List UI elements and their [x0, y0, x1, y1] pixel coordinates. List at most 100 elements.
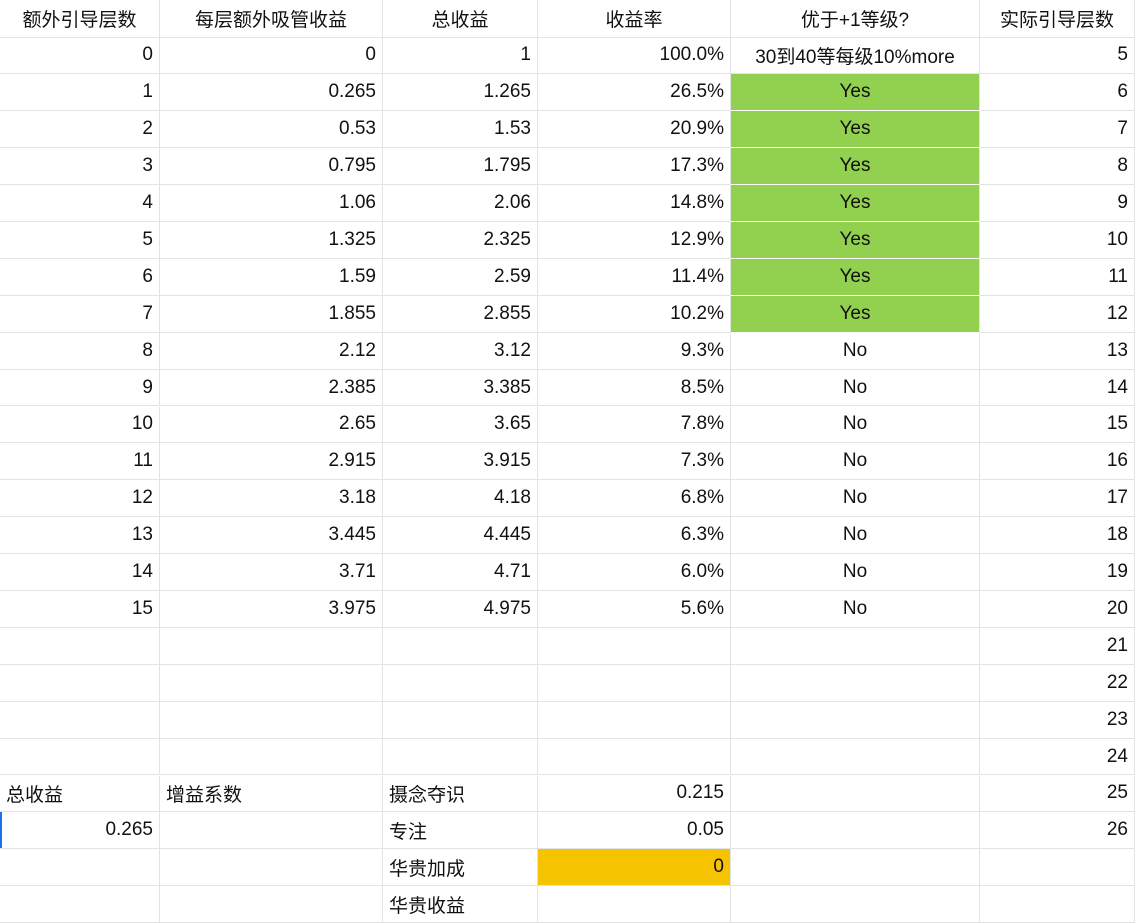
sheet-cell[interactable]: No — [731, 517, 980, 555]
sheet-cell[interactable]: No — [731, 554, 980, 591]
sheet-cell[interactable]: 0.265 — [0, 812, 160, 850]
sheet-cell[interactable]: 8 — [0, 332, 160, 370]
column-header[interactable]: 实际引导层数 — [980, 0, 1135, 38]
sheet-cell[interactable] — [731, 812, 980, 850]
sheet-cell[interactable]: 20.9% — [538, 111, 731, 149]
sheet-cell[interactable]: No — [731, 406, 980, 444]
sheet-cell[interactable] — [160, 627, 383, 665]
sheet-cell[interactable]: Yes — [731, 111, 980, 149]
sheet-cell[interactable]: 2.06 — [383, 185, 538, 222]
sheet-cell[interactable]: 9 — [0, 369, 160, 407]
sheet-cell[interactable] — [980, 886, 1135, 923]
sheet-cell[interactable]: 9 — [980, 185, 1135, 222]
sheet-cell[interactable]: 14 — [980, 369, 1135, 407]
sheet-cell[interactable]: 1.325 — [160, 222, 383, 259]
sheet-cell[interactable]: 7.3% — [538, 443, 731, 481]
sheet-cell[interactable]: 14.8% — [538, 185, 731, 222]
sheet-cell[interactable]: Yes — [731, 185, 980, 222]
sheet-cell[interactable]: 8.5% — [538, 369, 731, 407]
sheet-cell[interactable]: 30到40等每级10%more — [731, 37, 980, 75]
sheet-cell[interactable] — [383, 664, 538, 702]
sheet-cell[interactable] — [0, 849, 160, 887]
sheet-cell[interactable] — [0, 701, 160, 739]
sheet-cell[interactable]: 11.4% — [538, 258, 731, 296]
sheet-cell[interactable]: 15 — [0, 591, 160, 628]
sheet-cell[interactable]: Yes — [731, 148, 980, 186]
sheet-cell[interactable] — [160, 664, 383, 702]
sheet-cell[interactable] — [0, 738, 160, 776]
sheet-cell[interactable]: Yes — [731, 222, 980, 259]
sheet-cell[interactable]: 1.59 — [160, 258, 383, 296]
sheet-cell[interactable] — [160, 701, 383, 739]
sheet-cell[interactable]: 13 — [980, 332, 1135, 370]
sheet-cell[interactable]: 14 — [0, 554, 160, 591]
sheet-cell[interactable] — [0, 886, 160, 923]
sheet-cell[interactable]: 2.59 — [383, 258, 538, 296]
sheet-cell[interactable]: 8 — [980, 148, 1135, 186]
sheet-cell[interactable]: 2.385 — [160, 369, 383, 407]
sheet-cell[interactable]: 增益系数 — [160, 775, 383, 813]
sheet-cell[interactable]: 2.12 — [160, 332, 383, 370]
column-header[interactable]: 优于+1等级? — [731, 0, 980, 38]
sheet-cell[interactable]: Yes — [731, 258, 980, 296]
sheet-cell[interactable]: 10 — [0, 406, 160, 444]
sheet-cell[interactable]: 0.265 — [160, 74, 383, 112]
sheet-cell[interactable]: 0.215 — [538, 775, 731, 813]
sheet-cell[interactable]: 6.3% — [538, 517, 731, 555]
sheet-cell[interactable]: 总收益 — [0, 775, 160, 813]
sheet-cell[interactable]: 5 — [980, 37, 1135, 75]
sheet-cell[interactable]: 0.05 — [538, 812, 731, 850]
sheet-cell[interactable]: 6 — [980, 74, 1135, 112]
sheet-cell[interactable] — [731, 627, 980, 665]
sheet-cell[interactable]: 22 — [980, 664, 1135, 702]
sheet-cell[interactable]: 4 — [0, 185, 160, 222]
sheet-cell[interactable]: 0 — [538, 849, 731, 887]
sheet-cell[interactable]: 17.3% — [538, 148, 731, 186]
column-header[interactable]: 每层额外吸管收益 — [160, 0, 383, 38]
sheet-cell[interactable]: 6.0% — [538, 554, 731, 591]
sheet-cell[interactable]: 3.12 — [383, 332, 538, 370]
sheet-cell[interactable]: 1 — [0, 74, 160, 112]
sheet-cell[interactable]: 25 — [980, 775, 1135, 813]
sheet-cell[interactable]: 3.18 — [160, 480, 383, 518]
sheet-cell[interactable]: 10.2% — [538, 295, 731, 333]
sheet-cell[interactable] — [731, 738, 980, 776]
sheet-cell[interactable] — [160, 738, 383, 776]
sheet-cell[interactable]: 华贵收益 — [383, 886, 538, 923]
sheet-cell[interactable] — [731, 701, 980, 739]
sheet-cell[interactable]: 7 — [980, 111, 1135, 149]
sheet-cell[interactable] — [383, 627, 538, 665]
sheet-cell[interactable] — [160, 886, 383, 923]
sheet-cell[interactable]: No — [731, 591, 980, 628]
sheet-cell[interactable]: 0 — [160, 37, 383, 75]
sheet-cell[interactable]: 7 — [0, 295, 160, 333]
sheet-cell[interactable]: 3.385 — [383, 369, 538, 407]
sheet-cell[interactable]: 3.915 — [383, 443, 538, 481]
sheet-cell[interactable] — [980, 849, 1135, 887]
sheet-cell[interactable]: 1 — [383, 37, 538, 75]
sheet-cell[interactable]: 10 — [980, 222, 1135, 259]
sheet-cell[interactable]: 26.5% — [538, 74, 731, 112]
sheet-cell[interactable]: 13 — [0, 517, 160, 555]
sheet-cell[interactable]: Yes — [731, 74, 980, 112]
sheet-cell[interactable]: 0.53 — [160, 111, 383, 149]
sheet-cell[interactable]: No — [731, 332, 980, 370]
sheet-cell[interactable]: 12.9% — [538, 222, 731, 259]
sheet-cell[interactable]: 0 — [0, 37, 160, 75]
sheet-cell[interactable]: 5 — [0, 222, 160, 259]
sheet-cell[interactable] — [538, 664, 731, 702]
sheet-cell[interactable] — [160, 812, 383, 850]
sheet-cell[interactable] — [0, 627, 160, 665]
sheet-cell[interactable]: Yes — [731, 295, 980, 333]
sheet-cell[interactable]: 2 — [0, 111, 160, 149]
sheet-cell[interactable]: 3 — [0, 148, 160, 186]
sheet-cell[interactable]: 6.8% — [538, 480, 731, 518]
sheet-cell[interactable]: 4.975 — [383, 591, 538, 628]
sheet-cell[interactable]: 18 — [980, 517, 1135, 555]
sheet-cell[interactable]: 17 — [980, 480, 1135, 518]
sheet-cell[interactable]: 1.855 — [160, 295, 383, 333]
sheet-cell[interactable]: 1.795 — [383, 148, 538, 186]
sheet-cell[interactable]: 26 — [980, 812, 1135, 850]
sheet-cell[interactable]: 1.06 — [160, 185, 383, 222]
sheet-cell[interactable]: 7.8% — [538, 406, 731, 444]
